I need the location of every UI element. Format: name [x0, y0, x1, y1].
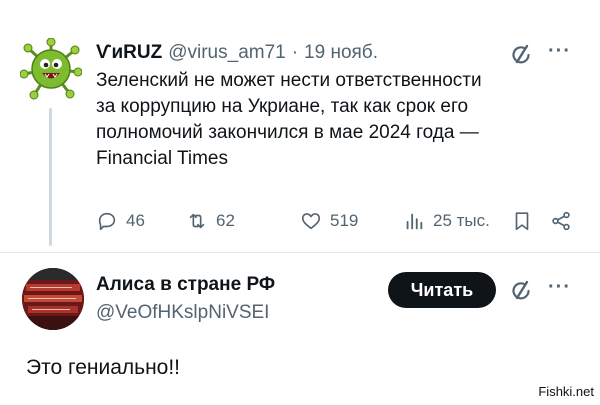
author-handle[interactable]: @virus_am71: [168, 42, 286, 64]
more-options-icon[interactable]: ···: [548, 40, 571, 63]
reply-author-handle[interactable]: @VeOfHKslpNiVSEI: [96, 302, 269, 324]
tweet-header: ѴиRUZ @virus_am71 · 19 нояб.: [96, 40, 556, 66]
reply-count: 46: [126, 211, 145, 230]
like-icon: [301, 213, 321, 230]
share-icon: [552, 211, 570, 231]
reply-author-avatar[interactable]: [22, 268, 84, 330]
thread-line: [49, 108, 52, 246]
reply-author-name[interactable]: Алиса в стране РФ: [96, 274, 275, 296]
follow-button[interactable]: Читать: [388, 272, 496, 308]
protest-banner-image: [22, 268, 84, 330]
tweet-actions: 46 62 519 25 тыс.: [96, 206, 576, 236]
views-icon: [406, 213, 423, 230]
repost-button[interactable]: 62: [186, 206, 235, 236]
tweet-divider: [0, 252, 600, 253]
reply-button[interactable]: 46: [96, 206, 145, 236]
more-options-icon[interactable]: ···: [548, 276, 571, 299]
reply-text: Это гениально!!: [26, 356, 181, 379]
share-button[interactable]: [550, 206, 572, 236]
views-count: 25 тыс.: [433, 211, 490, 230]
tweet-time[interactable]: 19 нояб.: [304, 42, 378, 64]
virus-avatar-icon[interactable]: [20, 38, 82, 100]
like-count: 519: [330, 211, 359, 230]
bookmark-icon: [515, 212, 529, 231]
grok-icon[interactable]: [510, 278, 534, 302]
tweet-text: Зеленский не может нести ответственности…: [96, 70, 482, 169]
grok-icon[interactable]: [510, 42, 534, 66]
like-button[interactable]: 519: [300, 206, 358, 236]
repost-icon: [189, 213, 205, 229]
repost-count: 62: [216, 211, 235, 230]
watermark: Fishki.net: [538, 384, 594, 399]
bookmark-button[interactable]: [511, 206, 533, 236]
author-name[interactable]: ѴиRUZ: [96, 42, 162, 64]
original-tweet[interactable]: ѴиRUZ @virus_am71 · 19 нояб. ··· Зеленск…: [0, 0, 600, 255]
views-button[interactable]: 25 тыс.: [403, 206, 490, 236]
reply-icon: [98, 212, 116, 231]
separator-dot: ·: [291, 42, 299, 63]
